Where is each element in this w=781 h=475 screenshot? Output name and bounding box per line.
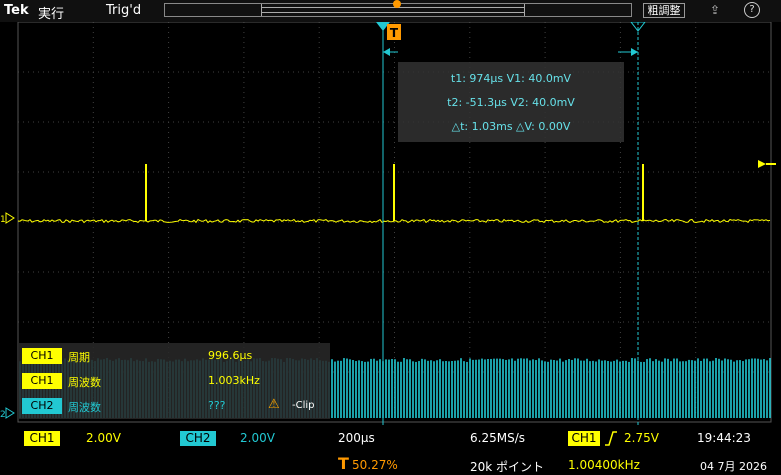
timebase-scale[interactable]: 200µs: [338, 431, 375, 445]
measurement-name: 周波数: [68, 401, 101, 414]
clip-warning-text: -Clip: [292, 400, 315, 411]
run-state[interactable]: 実行: [38, 3, 64, 22]
record-view-window[interactable]: [261, 7, 525, 13]
measurement-name: 周期: [68, 351, 90, 364]
trigger-position-icon[interactable]: T: [387, 24, 401, 40]
tek-logo: Tek: [4, 3, 29, 18]
measurement-name: 周波数: [68, 376, 101, 389]
warning-icon: ⚠: [268, 397, 280, 412]
ch1-scale[interactable]: 2.00V: [86, 431, 121, 445]
record-window-left-tick: [261, 4, 262, 16]
bottom-status-bar: CH1 2.00V CH2 2.00V 200µs T 50.27% 6.25M…: [0, 425, 781, 474]
measurement-source-badge: CH1: [22, 348, 62, 364]
trigger-position-marker: [393, 0, 401, 8]
rising-edge-icon: [605, 431, 617, 446]
measurement-row[interactable]: CH1 周期 996.6µs: [18, 347, 330, 365]
measurement-row[interactable]: CH1 周波数 1.003kHz: [18, 372, 330, 390]
cursor-readout-delta: △t: 1.03ms △V: 0.00V: [451, 120, 571, 133]
trigger-level[interactable]: 2.75V: [624, 431, 659, 445]
ch2-scale[interactable]: 2.00V: [240, 431, 275, 445]
measurement-row[interactable]: CH2 周波数 ??? ⚠ -Clip: [18, 397, 330, 415]
ch1-waveform: [17, 164, 771, 224]
cursor-readout-t1: t1: 974µs V1: 40.0mV: [450, 72, 572, 85]
ch1-badge[interactable]: CH1: [24, 431, 60, 446]
help-icon[interactable]: ?: [744, 2, 760, 18]
measurement-source-badge: CH1: [22, 373, 62, 389]
ch1-position-marker[interactable]: 1: [0, 212, 15, 225]
measurement-value: 996.6µs: [208, 349, 253, 362]
record-length[interactable]: 20k ポイント: [470, 458, 544, 475]
coarse-adjust-button[interactable]: 粗調整: [643, 3, 685, 18]
trigger-frequency: 1.00400kHz: [568, 458, 640, 472]
measurement-value: 1.003kHz: [208, 374, 260, 387]
cursor-readout-panel: t1: 974µs V1: 40.0mV t2: -51.3µs V2: 40.…: [398, 62, 624, 142]
cursor-delta-arrows: [383, 48, 638, 56]
measurement-value: ???: [208, 399, 226, 412]
ch2-badge[interactable]: CH2: [180, 431, 216, 446]
cursor-readout-t2: t2: -51.3µs V2: 40.0mV: [447, 96, 575, 109]
trigger-state: Trig'd: [106, 3, 142, 18]
measurement-results-panel[interactable]: CH1 周期 996.6µs CH1 周波数 1.003kHz CH2 周波数 …: [18, 343, 330, 419]
top-status-bar: Tek 実行 Trig'd 粗調整 ⇪ ?: [0, 0, 781, 22]
svg-text:1: 1: [0, 215, 6, 225]
sample-rate[interactable]: 6.25MS/s: [470, 431, 525, 445]
record-window-right-tick: [524, 4, 525, 16]
measurement-source-badge: CH2: [22, 398, 62, 414]
clock-time: 19:44:23: [697, 431, 751, 445]
svg-text:2: 2: [0, 410, 6, 420]
clock-date: 04 7月 2026: [700, 460, 767, 473]
trigger-position-value[interactable]: 50.27%: [352, 458, 398, 472]
trigger-source-badge[interactable]: CH1: [568, 431, 600, 446]
ch2-position-marker[interactable]: 2: [0, 407, 15, 420]
trigger-level-marker[interactable]: [758, 160, 766, 168]
svg-text:T: T: [390, 26, 399, 40]
trigger-position-icon: T: [338, 454, 349, 473]
record-overview-bar[interactable]: [164, 0, 632, 17]
export-icon[interactable]: ⇪: [710, 3, 720, 17]
